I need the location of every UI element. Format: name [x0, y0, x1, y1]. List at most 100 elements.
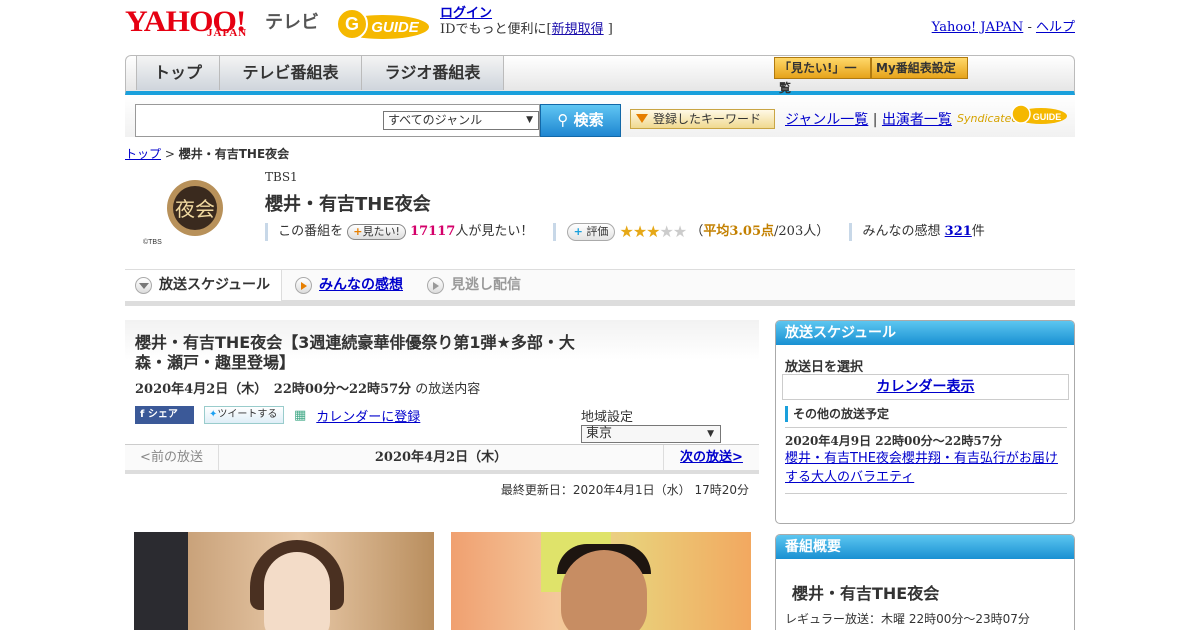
genre-list-link[interactable]: ジャンル一覧 [785, 112, 868, 128]
signup-link[interactable]: 新規取得 [552, 22, 604, 37]
rating-button-label: 評価 [586, 224, 609, 238]
star-rating: ★★★★★ [619, 222, 687, 241]
episode-title: 櫻井・有吉THE夜会【3週連続豪華俳優祭り第1弾★多部・大森・瀬戸・趣里登場】 [135, 333, 575, 372]
next-broadcast[interactable]: 次の放送> [663, 445, 759, 471]
other-schedule-link[interactable]: 櫻井・有吉THE夜会櫻井翔・有吉弘行がお届けする大人のバラエティ [785, 451, 1058, 485]
last-updated: 最終更新日：2020年4月1日（水） 17時20分 [500, 483, 749, 497]
current-broadcast-date: 2020年4月2日（木） [374, 450, 508, 465]
breadcrumb-home[interactable]: トップ [125, 147, 161, 161]
search-button[interactable]: ⚲ 検索 [540, 104, 621, 137]
chevron-down-icon: ▼ [707, 429, 714, 439]
want-button[interactable]: +見たい! [347, 223, 406, 240]
region-setting: 地域設定 東京 ▼ [581, 406, 759, 443]
main-nav: トップ テレビ番組表 ラジオ番組表 「見たい!」一覧 My番組表設定 [125, 55, 1075, 95]
gguide-small-text: GUIDE [1033, 112, 1062, 122]
header-links: Yahoo! JAPAN - ヘルプ [932, 16, 1075, 35]
impressions-unit: 件 [971, 224, 985, 239]
search-bar: すべてのジャンル ▼ ⚲ 検索 登録したキーワード ジャンル一覧 | 出演者一覧 … [125, 95, 1075, 137]
impressions-count-link[interactable]: 321 [945, 224, 972, 239]
stat-divider [553, 222, 557, 241]
calendar-display-link[interactable]: カレンダー表示 [877, 379, 975, 395]
chevron-right-icon [427, 277, 444, 294]
tab-impressions[interactable]: みんなの感想 [285, 270, 403, 301]
program-tabs: 放送スケジュール みんなの感想 見逃し配信 [125, 269, 1075, 306]
want-list-button[interactable]: 「見たい!」一覧 [774, 57, 871, 95]
rating-open: （ [690, 224, 704, 239]
facebook-share-label: シェア [147, 409, 178, 420]
schedule-box: 放送スケジュール 放送日を選択 カレンダー表示 その他の放送予定 2020年4月… [775, 320, 1075, 524]
prev-broadcast[interactable]: <前の放送 [125, 445, 219, 471]
rating-button[interactable]: + 評価 [566, 222, 616, 241]
plus-icon: + [353, 224, 363, 238]
overview-regular-slot: レギュラー放送：木曜 22時00分～23時07分 [785, 612, 1030, 626]
yahoo-japan-link[interactable]: Yahoo! JAPAN [932, 20, 1024, 35]
cast-list-link[interactable]: 出演者一覧 [882, 112, 952, 128]
chevron-down-icon: ▼ [526, 115, 533, 125]
cast-photo-2 [451, 532, 751, 630]
program-logo-text: 夜会 [175, 197, 215, 221]
svg-text:G: G [345, 14, 359, 34]
cast-photo-1 [134, 532, 434, 630]
search-links: ジャンル一覧 | 出演者一覧 [785, 109, 952, 129]
facebook-icon: f [140, 409, 148, 420]
breadcrumb: トップ > 櫻井・有吉THE夜会 [125, 145, 289, 162]
tweet-label: ツイートする [217, 409, 278, 420]
region-label: 地域設定 [581, 410, 634, 425]
search-icon: ⚲ [557, 111, 574, 129]
syndicated-label: Syndicated [957, 112, 1019, 125]
program-logo: 夜会 ©TBS [143, 180, 223, 246]
divider [785, 493, 1067, 494]
rating-average: 平均3.05点 [703, 224, 775, 239]
want-prefix: この番組を [278, 224, 344, 239]
triangle-down-icon [636, 114, 648, 123]
region-select[interactable]: 東京 ▼ [581, 425, 721, 443]
login-prompt: IDでもっと便利に[ [440, 22, 552, 37]
genre-select[interactable]: すべてのジャンル ▼ [383, 111, 539, 130]
breadcrumb-current: 櫻井・有吉THE夜会 [178, 147, 290, 161]
program-stats: この番組を +見たい! 17117人が見たい！ + 評価 ★★★★★ （平均3.… [265, 220, 985, 241]
tweet-button[interactable]: ✦ツイートする [204, 406, 284, 424]
gguide-text: GUIDE [371, 19, 420, 36]
tab-impressions-label[interactable]: みんなの感想 [319, 277, 403, 293]
my-schedule-button[interactable]: My番組表設定 [871, 57, 968, 79]
facebook-share-button[interactable]: f シェア [135, 406, 194, 424]
episode-datetime-suffix: の放送内容 [415, 382, 481, 397]
breadcrumb-sep: > [164, 147, 175, 161]
schedule-box-title: 放送スケジュール [776, 321, 1074, 345]
photo-detail [561, 550, 647, 630]
other-schedule-item: 櫻井・有吉THE夜会櫻井翔・有吉弘行がお届けする大人のバラエティ [785, 449, 1065, 487]
impressions-label: みんなの感想 [862, 224, 941, 239]
help-link[interactable]: ヘルプ [1036, 20, 1075, 35]
login-link[interactable]: ログイン [440, 6, 492, 21]
tab-schedule[interactable]: 放送スケジュール [125, 270, 282, 301]
nav-tab-radio-schedule[interactable]: ラジオ番組表 [362, 56, 504, 90]
region-value: 東京 [586, 426, 613, 441]
next-broadcast-link[interactable]: 次の放送> [680, 450, 743, 465]
chevron-right-icon [295, 277, 312, 294]
tab-schedule-label: 放送スケジュール [159, 277, 271, 293]
nav-tab-top[interactable]: トップ [136, 56, 220, 90]
stat-divider [849, 222, 853, 241]
overview-program-name: 櫻井・有吉THE夜会 [792, 584, 940, 603]
overview-box: 番組概要 櫻井・有吉THE夜会 レギュラー放送：木曜 22時00分～23時07分 [775, 534, 1075, 630]
want-suffix: 人が見たい！ [455, 224, 534, 239]
bracket-close: ] [607, 22, 613, 37]
episode-header: 櫻井・有吉THE夜会【3週連続豪華俳優祭り第1弾★多部・大森・瀬戸・趣里登場】 … [125, 320, 759, 444]
nav-tab-tv-schedule[interactable]: テレビ番組表 [220, 56, 362, 90]
tab-catchup[interactable]: 見逃し配信 [417, 270, 521, 301]
calendar-display-button[interactable]: カレンダー表示 [782, 374, 1069, 400]
search-button-label: 検索 [573, 111, 604, 129]
other-schedule-date: 2020年4月9日 22時00分～22時57分 [785, 434, 1003, 448]
overview-box-title: 番組概要 [776, 535, 1074, 559]
login-area: ログイン IDでもっと便利に[新規取得 ] [440, 6, 613, 38]
gguide-logo[interactable]: G GUIDE [335, 7, 431, 41]
want-button-label: 見たい! [362, 224, 400, 238]
header-separator: - [1027, 20, 1032, 35]
photo-detail [264, 552, 330, 630]
stat-divider [265, 222, 268, 241]
calendar-register-link[interactable]: カレンダーに登録 [316, 406, 420, 425]
genre-select-value: すべてのジャンル [388, 113, 483, 127]
select-date-label: 放送日を選択 [785, 360, 864, 375]
registered-keyword-button[interactable]: 登録したキーワード [630, 109, 775, 129]
tv-label[interactable]: テレビ [265, 8, 319, 34]
